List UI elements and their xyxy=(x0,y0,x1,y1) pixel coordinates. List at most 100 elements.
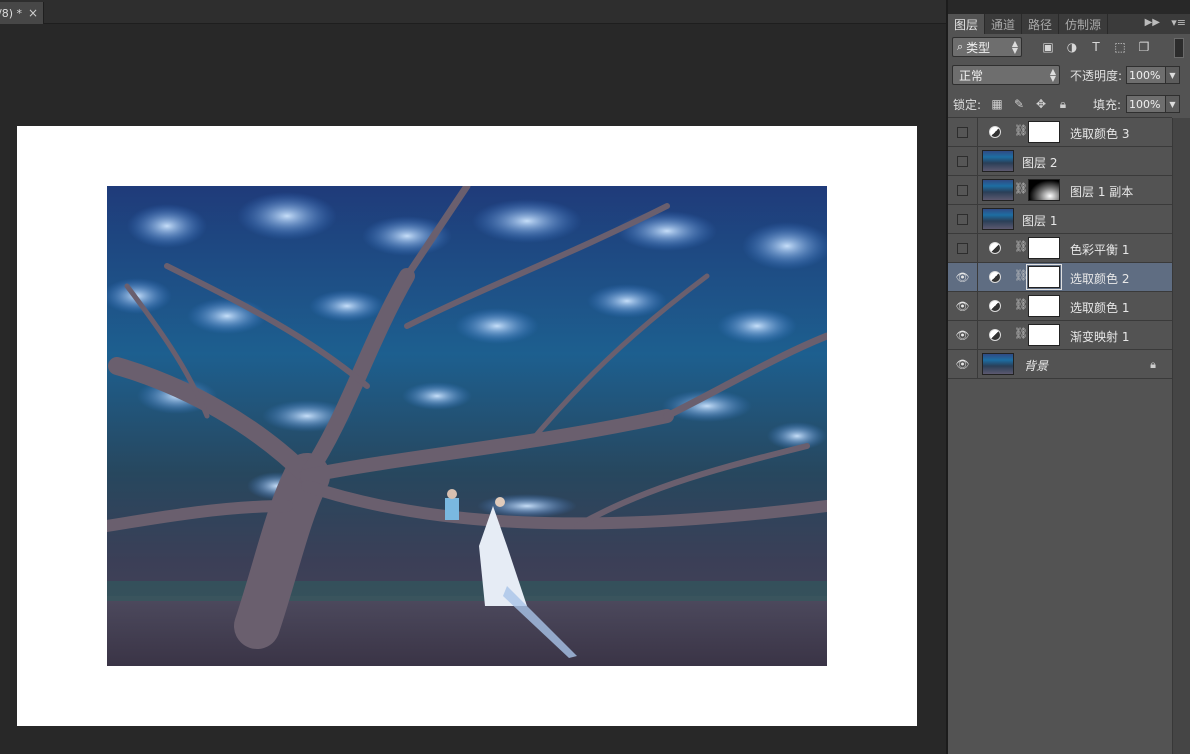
eye-icon: 👁︎ xyxy=(955,328,970,342)
visibility-off-box xyxy=(957,184,968,196)
visibility-toggle[interactable] xyxy=(948,118,978,146)
layer-name[interactable]: 选取颜色 1 xyxy=(1070,299,1129,316)
lock-fill-row: 锁定: ▦ ✎ ✥ 🔒︎ 填充: 100% ▼ xyxy=(948,90,1180,118)
lock-all-icon[interactable]: 🔒︎ xyxy=(1056,97,1070,111)
lock-label: 锁定: xyxy=(953,98,982,112)
tab-layers[interactable]: 图层 xyxy=(948,14,986,34)
visibility-toggle[interactable]: 👁︎ xyxy=(948,292,978,320)
visibility-toggle[interactable]: 👁︎ xyxy=(948,350,978,378)
adjustment-layer-icon xyxy=(989,271,1001,283)
tab-paths[interactable]: 路径 xyxy=(1022,14,1060,34)
visibility-toggle[interactable]: 👁︎ xyxy=(948,321,978,349)
search-icon: ⌕ xyxy=(957,40,964,53)
panel-menu-icon[interactable]: ▾≡ xyxy=(1171,16,1186,29)
eye-icon: 👁︎ xyxy=(955,357,970,371)
visibility-off-box xyxy=(957,242,968,254)
blend-mode-select[interactable]: 正常 ▲ ▼ xyxy=(952,65,1060,85)
layer-row[interactable]: 图层 2 xyxy=(948,147,1172,176)
chevron-updown-icon: ▲ ▼ xyxy=(1011,39,1018,55)
layer-image-thumbnail[interactable] xyxy=(982,179,1014,201)
document-tab[interactable]: /8) * × xyxy=(0,2,44,24)
layer-mask-thumbnail[interactable] xyxy=(1026,264,1062,290)
link-icon[interactable]: ⛓ xyxy=(1014,240,1028,253)
document-canvas[interactable] xyxy=(17,126,917,726)
filter-shape-icon[interactable]: ⬚ xyxy=(1112,39,1128,55)
layers-scrollbar[interactable] xyxy=(1172,118,1190,754)
visibility-off-box xyxy=(957,126,968,138)
adjustment-layer-icon xyxy=(989,242,1001,254)
chevron-down-icon[interactable]: ▼ xyxy=(1165,96,1179,112)
chevron-updown-icon: ▲ ▼ xyxy=(1049,67,1056,83)
layer-name[interactable]: 图层 1 副本 xyxy=(1070,183,1133,200)
layer-row-selected[interactable]: 👁︎ ⛓ 选取颜色 2 xyxy=(948,263,1172,292)
layer-row[interactable]: ⛓ 选取颜色 3 xyxy=(948,118,1172,147)
layer-image-thumbnail[interactable] xyxy=(982,353,1014,375)
layer-name[interactable]: 选取颜色 3 xyxy=(1070,125,1129,142)
link-icon[interactable]: ⛓ xyxy=(1014,298,1028,311)
layer-row[interactable]: ⛓ 图层 1 副本 xyxy=(948,176,1172,205)
layer-mask-thumbnail[interactable] xyxy=(1028,324,1060,346)
panel-tab-bar: 图层 通道 路径 仿制源 ▶▶ ▾≡ xyxy=(948,14,1190,34)
link-icon[interactable]: ⛓ xyxy=(1014,269,1028,282)
adjustment-layer-icon xyxy=(989,300,1001,312)
filter-toggle-switch[interactable] xyxy=(1174,38,1184,58)
lock-brush-icon[interactable]: ✎ xyxy=(1012,97,1026,111)
tab-channels[interactable]: 通道 xyxy=(985,14,1023,34)
eye-icon: 👁︎ xyxy=(955,270,970,284)
lock-move-icon[interactable]: ✥ xyxy=(1034,97,1048,111)
tab-clone-source[interactable]: 仿制源 xyxy=(1059,14,1109,34)
filter-icons: ▣ ◑ T ⬚ ❐ xyxy=(1040,39,1152,55)
lock-icon: 🔒︎ xyxy=(1150,358,1156,371)
filter-kind-select[interactable]: ⌕ 类型 ▲ ▼ xyxy=(952,37,1022,57)
visibility-toggle[interactable] xyxy=(948,205,978,233)
adjustment-layer-icon xyxy=(989,126,1001,138)
layer-row[interactable]: 图层 1 xyxy=(948,205,1172,234)
layer-mask-thumbnail[interactable] xyxy=(1028,237,1060,259)
link-icon[interactable]: ⛓ xyxy=(1014,327,1028,340)
layer-row[interactable]: 👁︎ ⛓ 选取颜色 1 xyxy=(948,292,1172,321)
layer-name[interactable]: 选取颜色 2 xyxy=(1070,270,1129,287)
visibility-toggle[interactable] xyxy=(948,176,978,204)
close-icon[interactable]: × xyxy=(28,6,38,20)
layer-name[interactable]: 背景 xyxy=(1024,357,1048,374)
link-icon[interactable]: ⛓ xyxy=(1014,182,1028,195)
filter-pixel-icon[interactable]: ▣ xyxy=(1040,39,1056,55)
chevron-down-icon[interactable]: ▼ xyxy=(1165,67,1179,83)
visibility-toggle[interactable] xyxy=(948,234,978,262)
layer-mask-thumbnail[interactable] xyxy=(1028,295,1060,317)
link-icon[interactable]: ⛓ xyxy=(1014,124,1028,137)
canvas-area[interactable] xyxy=(0,25,946,754)
layer-image-thumbnail[interactable] xyxy=(982,150,1014,172)
filter-smartobject-icon[interactable]: ❐ xyxy=(1136,39,1152,55)
document-tab-bar: /8) * × xyxy=(0,0,946,24)
eye-icon: 👁︎ xyxy=(955,299,970,313)
lock-transparent-icon[interactable]: ▦ xyxy=(990,97,1004,111)
photoshop-window: /8) * × 图层 通道 路径 仿制源 ▶▶ ▾≡ ⌕ 类型 ▲ ▼ ▣ ◑ … xyxy=(0,0,1190,754)
layer-row[interactable]: ⛓ 色彩平衡 1 xyxy=(948,234,1172,263)
visibility-toggle[interactable]: 👁︎ xyxy=(948,263,978,291)
layer-name[interactable]: 渐变映射 1 xyxy=(1070,328,1129,345)
filter-adjustment-icon[interactable]: ◑ xyxy=(1064,39,1080,55)
layer-name[interactable]: 图层 1 xyxy=(1022,212,1057,229)
visibility-toggle[interactable] xyxy=(948,147,978,175)
opacity-label: 不透明度: xyxy=(1070,69,1123,83)
fill-input[interactable]: 100% ▼ xyxy=(1126,95,1180,113)
layer-row[interactable]: 👁︎ ⛓ 渐变映射 1 xyxy=(948,321,1172,350)
layer-mask-thumbnail[interactable] xyxy=(1028,179,1060,201)
lock-icons: ▦ ✎ ✥ 🔒︎ xyxy=(990,97,1070,112)
filter-type-icon[interactable]: T xyxy=(1088,39,1104,55)
opacity-input[interactable]: 100% ▼ xyxy=(1126,66,1180,84)
blend-mode-label: 正常 xyxy=(959,68,984,83)
fill-label: 填充: xyxy=(1093,98,1122,112)
layer-name[interactable]: 色彩平衡 1 xyxy=(1070,241,1129,258)
layer-image-thumbnail[interactable] xyxy=(982,208,1014,230)
layer-row[interactable]: 👁︎ 背景 🔒︎ xyxy=(948,350,1172,379)
visibility-off-box xyxy=(957,155,968,167)
layer-list: ⛓ 选取颜色 3 图层 2 ⛓ 图层 1 副本 图层 1 ⛓ 色彩平衡 1 👁︎… xyxy=(948,118,1172,379)
collapse-panels-icon[interactable]: ▶▶ xyxy=(1145,17,1160,28)
layer-filter-row: ⌕ 类型 ▲ ▼ ▣ ◑ T ⬚ ❐ xyxy=(948,34,1172,60)
layer-mask-thumbnail[interactable] xyxy=(1028,121,1060,143)
layer-name[interactable]: 图层 2 xyxy=(1022,154,1057,171)
opacity-value: 100% xyxy=(1129,68,1161,82)
filter-kind-label: 类型 xyxy=(966,40,991,55)
